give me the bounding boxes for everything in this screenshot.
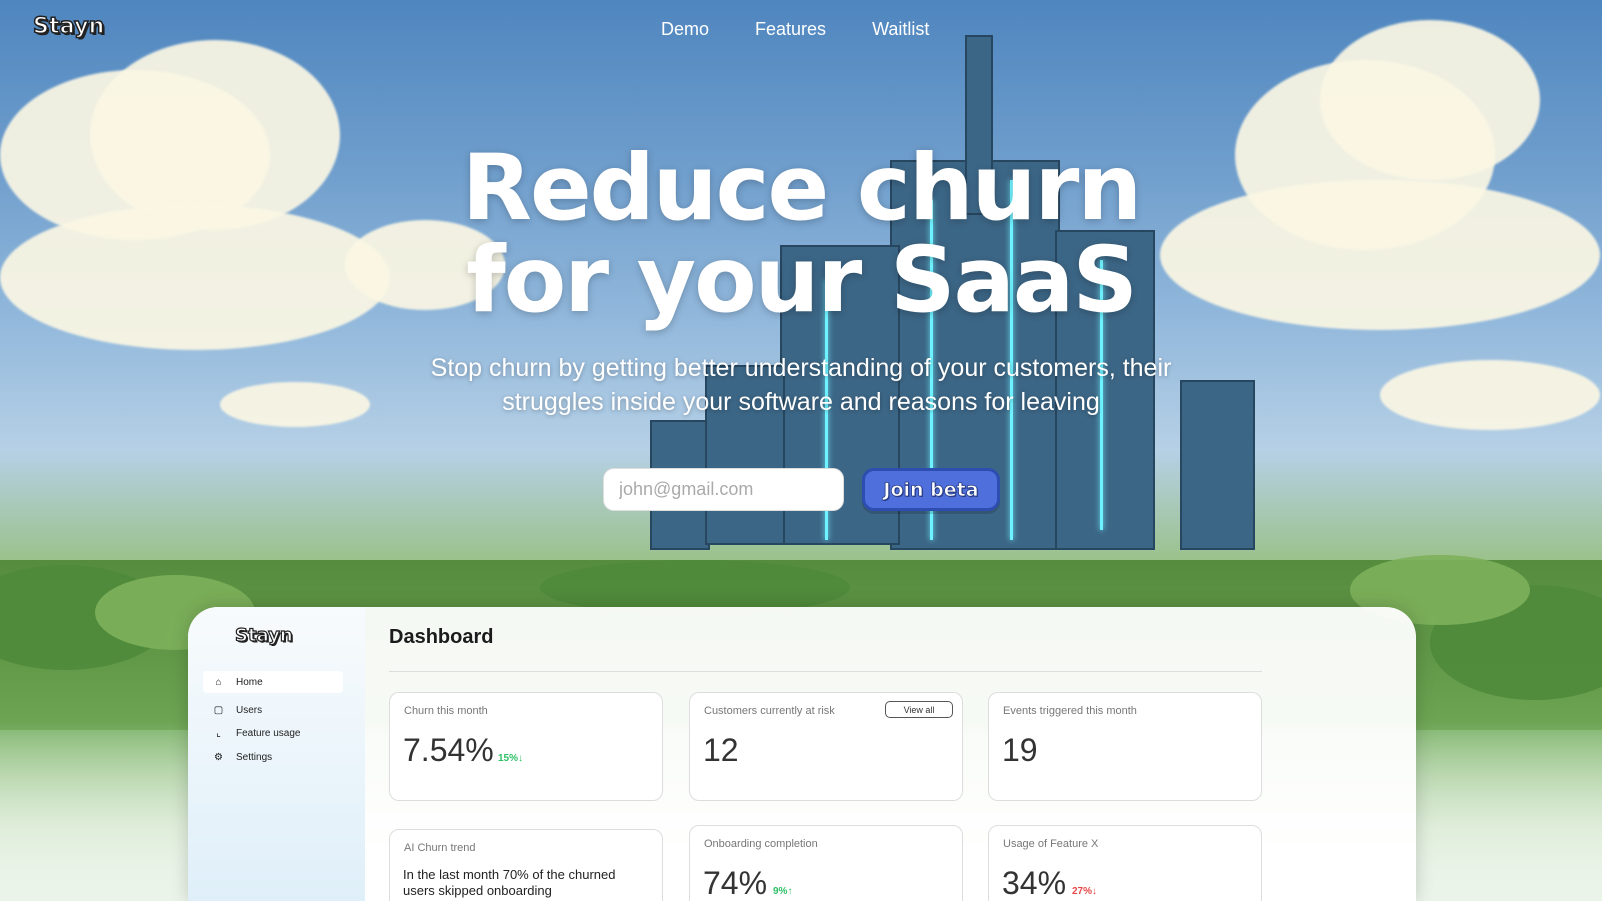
events-value: 19 — [1002, 732, 1038, 768]
dashboard-divider — [389, 671, 1262, 672]
sidebar-item-home[interactable]: ⌂ Home — [203, 671, 343, 693]
hero-subtitle: Stop churn by getting better understandi… — [396, 351, 1206, 419]
dashboard-sidebar: Stayn ⌂ Home ▢ Users ⌞ Feature usage ⚙ S… — [188, 607, 365, 901]
churn-delta: 15%↓ — [498, 753, 524, 764]
ai-churn-trend-text: In the last month 70% of the churned use… — [403, 867, 616, 898]
nav-waitlist-link[interactable]: Waitlist — [872, 19, 929, 40]
hero-title: Reduce churn for your SaaS — [0, 143, 1602, 327]
hero-title-line-1: Reduce churn — [461, 136, 1142, 241]
onboarding-card-label: Onboarding completion — [704, 838, 818, 850]
dashboard-title: Dashboard — [389, 626, 494, 648]
churn-value: 7.54% — [403, 732, 494, 768]
file-icon: ▢ — [213, 704, 224, 716]
chart-line-icon: ⌞ — [216, 727, 221, 739]
dashboard-preview: Stayn ⌂ Home ▢ Users ⌞ Feature usage ⚙ S… — [188, 607, 1416, 901]
feature-x-card: Usage of Feature X 34% 27%↓ — [988, 825, 1262, 901]
sidebar-item-feature-usage[interactable]: ⌞ Feature usage — [203, 722, 343, 744]
hero-subtitle-line-2: struggles inside your software and reaso… — [502, 388, 1100, 416]
sidebar-item-settings[interactable]: ⚙ Settings — [203, 746, 343, 768]
view-all-button[interactable]: View all — [885, 701, 953, 718]
cloud-small-right — [1380, 360, 1600, 430]
hero-subtitle-line-1: Stop churn by getting better understandi… — [430, 354, 1172, 382]
sidebar-item-label: Settings — [236, 751, 273, 763]
dashboard-logo: Stayn — [234, 624, 293, 646]
gear-icon: ⚙ — [214, 751, 223, 763]
at-risk-card-label: Customers currently at risk — [704, 705, 835, 717]
ai-churn-trend-card: AI Churn trend In the last month 70% of … — [389, 829, 663, 901]
feature-x-card-label: Usage of Feature X — [1003, 838, 1099, 850]
nav-features-link[interactable]: Features — [755, 19, 826, 40]
feature-x-value: 34% — [1002, 865, 1067, 901]
top-navigation: Demo Features Waitlist — [661, 19, 929, 40]
join-beta-button[interactable]: Join beta — [862, 468, 1000, 511]
events-card: Events triggered this month 19 — [988, 692, 1262, 801]
onboarding-value: 74% — [703, 865, 768, 901]
home-icon: ⌂ — [215, 676, 222, 688]
sidebar-item-label: Home — [236, 676, 263, 688]
onboarding-delta: 9%↑ — [773, 886, 793, 897]
at-risk-card: Customers currently at risk View all 12 — [689, 692, 963, 801]
site-logo[interactable]: Stayn — [32, 13, 105, 40]
events-card-label: Events triggered this month — [1003, 705, 1137, 717]
ai-churn-trend-label: AI Churn trend — [404, 842, 476, 854]
cloud-small-left — [220, 382, 370, 427]
feature-x-delta: 27%↓ — [1072, 886, 1098, 897]
sidebar-item-label: Users — [236, 704, 263, 716]
at-risk-value: 12 — [703, 732, 739, 768]
onboarding-card: Onboarding completion 74% 9%↑ — [689, 825, 963, 901]
hero-title-line-2: for your SaaS — [466, 228, 1138, 333]
sidebar-item-label: Feature usage — [236, 727, 301, 739]
churn-card: Churn this month 7.54% 15%↓ — [389, 692, 663, 801]
sidebar-item-users[interactable]: ▢ Users — [203, 699, 343, 721]
nav-demo-link[interactable]: Demo — [661, 19, 709, 40]
email-input[interactable] — [603, 468, 844, 511]
churn-card-label: Churn this month — [404, 705, 488, 717]
